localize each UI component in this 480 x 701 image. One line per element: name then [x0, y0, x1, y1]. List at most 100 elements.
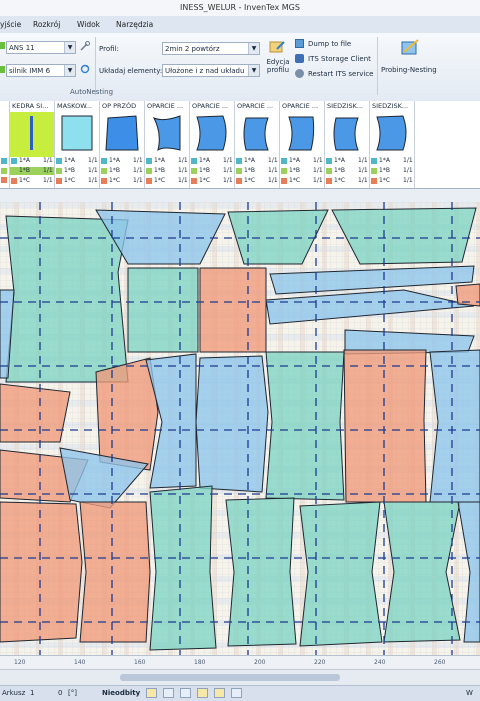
dump-button[interactable]: Dump to file [295, 39, 375, 50]
first-column [0, 101, 10, 188]
row-label: 1*A [19, 157, 30, 164]
edit-profile-button[interactable]: Edycja profilu [263, 39, 291, 85]
row-label: 1*B [154, 167, 165, 174]
row-label: 1*C [289, 177, 301, 184]
probing-nesting-button[interactable]: Probing-Nesting [380, 38, 442, 78]
row-qty: 1/1 [358, 177, 368, 184]
horizontal-ruler: 120 140 160 180 200 220 240 260 [0, 655, 480, 670]
piece-row: 1*A 1/1 [280, 157, 324, 165]
fit-toggle-icon[interactable] [214, 688, 225, 698]
row-label: 1*A [154, 157, 165, 164]
angle-unit: [°] [68, 689, 77, 697]
piece-tile-header: OP PRZÓD [102, 102, 137, 110]
piece-row: 1*B 1/1 [325, 167, 369, 175]
ruler-tick: 120 [14, 659, 26, 666]
ruler-toggle-icon[interactable] [180, 688, 191, 698]
row-label: 1*B [289, 167, 300, 174]
piece-row: 1*C 1/1 [280, 177, 324, 185]
row-label: 1*B [379, 167, 390, 174]
row-qty: 1/1 [43, 167, 53, 174]
piece-tile[interactable]: OP PRZÓD 1*A 1/1 1*B 1/1 1*C 1/1 [100, 101, 145, 188]
chevron-down-icon[interactable]: ▼ [64, 65, 75, 76]
row-label: 1*B [199, 167, 210, 174]
row-swatch [146, 168, 152, 174]
group-autonesting: AutoNesting [70, 88, 114, 96]
scroll-thumb[interactable] [120, 674, 340, 681]
row-qty: 1/1 [43, 177, 53, 184]
its-client-button[interactable]: ITS Storage Client [295, 54, 375, 65]
row-swatch [191, 158, 197, 164]
nesting-canvas[interactable] [0, 202, 480, 655]
profile-combo[interactable]: 2min 2 powtórz ▼ [162, 42, 260, 55]
row-swatch [371, 168, 377, 174]
piece-row: 1*C 1/1 [325, 177, 369, 185]
save-icon [295, 39, 304, 48]
piece-tile[interactable]: OPARCIE ... 1*A 1/1 1*B 1/1 1*C 1/1 [280, 101, 325, 188]
row-swatch [236, 158, 242, 164]
view-toggle-icon[interactable] [231, 688, 242, 698]
ribbon: ANS 11 ▼ silnik IMM 6 ▼ Profil: 2min 2 p… [0, 33, 480, 102]
piece-tile-header: SIEDZISK... [327, 102, 364, 110]
piece-tile[interactable]: KEDRA SI... 1*A 1/1 1*B 1/1 1*C 1/1 [10, 101, 55, 188]
piece-tile-header: OPARCIE ... [147, 102, 184, 110]
model-combo[interactable]: ANS 11 ▼ [6, 41, 76, 54]
ruler-tick: 240 [374, 659, 386, 666]
chevron-down-icon[interactable]: ▼ [248, 43, 259, 54]
row-swatch [146, 178, 152, 184]
chevron-down-icon[interactable]: ▼ [64, 42, 75, 53]
row-swatch [326, 178, 332, 184]
piece-row: 1*B 1/1 [280, 167, 324, 175]
variant-combo[interactable]: silnik IMM 6 ▼ [6, 64, 76, 77]
row-swatch [326, 168, 332, 174]
piece-row: 1*A 1/1 [325, 157, 369, 165]
profile-label: Profil: [99, 45, 119, 53]
chevron-down-icon[interactable]: ▼ [248, 65, 259, 76]
piece-tile[interactable]: SIEDZISK... 1*A 1/1 1*B 1/1 1*C 1/1 [370, 101, 415, 188]
ruler-tick: 160 [134, 659, 146, 666]
menu-item-narzedzia[interactable]: Narzędzia [116, 20, 153, 29]
piece-row: 1*B 1/1 [370, 167, 414, 175]
grid-toggle-icon[interactable] [146, 688, 157, 698]
zoom-toggle-icon[interactable] [197, 688, 208, 698]
row-swatch [371, 178, 377, 184]
dump-label: Dump to file [308, 40, 352, 48]
row-qty: 1/1 [268, 177, 278, 184]
piece-tile[interactable]: OPARCIE ... 1*A 1/1 1*B 1/1 1*C 1/1 [145, 101, 190, 188]
piece-shape-icon [375, 114, 409, 152]
status-right: W [466, 689, 473, 697]
piece-shape-icon [195, 114, 229, 152]
ruler-tick: 180 [194, 659, 206, 666]
row-swatch [11, 178, 17, 184]
horizontal-scrollbar[interactable] [0, 669, 480, 686]
row-qty: 1/1 [223, 167, 233, 174]
piece-row: 1*B 1/1 [100, 167, 144, 175]
nesting-layout [0, 202, 480, 655]
menu-item-widok[interactable]: Widok [77, 20, 100, 29]
tools-icon[interactable] [80, 41, 90, 51]
layout-combo[interactable]: Ułożone i z nad układu ▼ [162, 64, 260, 77]
ruler-tick: 260 [434, 659, 446, 666]
sheet-value: 1 [30, 689, 35, 697]
refresh-icon[interactable] [80, 64, 90, 74]
piece-tile[interactable]: MASKOW... 1*A 1/1 1*B 1/1 1*C 1/1 [55, 101, 100, 188]
piece-tile[interactable]: OPARCIE ... 1*A 1/1 1*B 1/1 1*C 1/1 [190, 101, 235, 188]
restart-button[interactable]: Restart ITS service [295, 69, 375, 80]
menu-item-exit[interactable]: yjście [0, 20, 21, 29]
piece-tile[interactable]: SIEDZISK... 1*A 1/1 1*B 1/1 1*C 1/1 [325, 101, 370, 188]
row-swatch [281, 168, 287, 174]
piece-tile[interactable]: OPARCIE ... 1*A 1/1 1*B 1/1 1*C 1/1 [235, 101, 280, 188]
piece-shape-icon [10, 112, 54, 157]
model-combo-value: ANS 11 [9, 44, 35, 52]
edit-profile-label: Edycja profilu [266, 58, 290, 74]
row-swatch [11, 168, 17, 174]
piece-shape-icon [330, 114, 364, 152]
row-swatch [101, 178, 107, 184]
layout-label: Układaj elementy: [99, 67, 163, 75]
ruler-tick: 200 [254, 659, 266, 666]
row-qty: 1/1 [358, 157, 368, 164]
piece-row: 1*C 1/1 [10, 177, 54, 185]
menu-bar: yjście Rozkrój Widok Narzędzia [0, 16, 480, 33]
menu-item-rozkroj[interactable]: Rozkrój [33, 20, 60, 29]
row-qty: 1/1 [268, 167, 278, 174]
chart-toggle-icon[interactable] [163, 688, 174, 698]
